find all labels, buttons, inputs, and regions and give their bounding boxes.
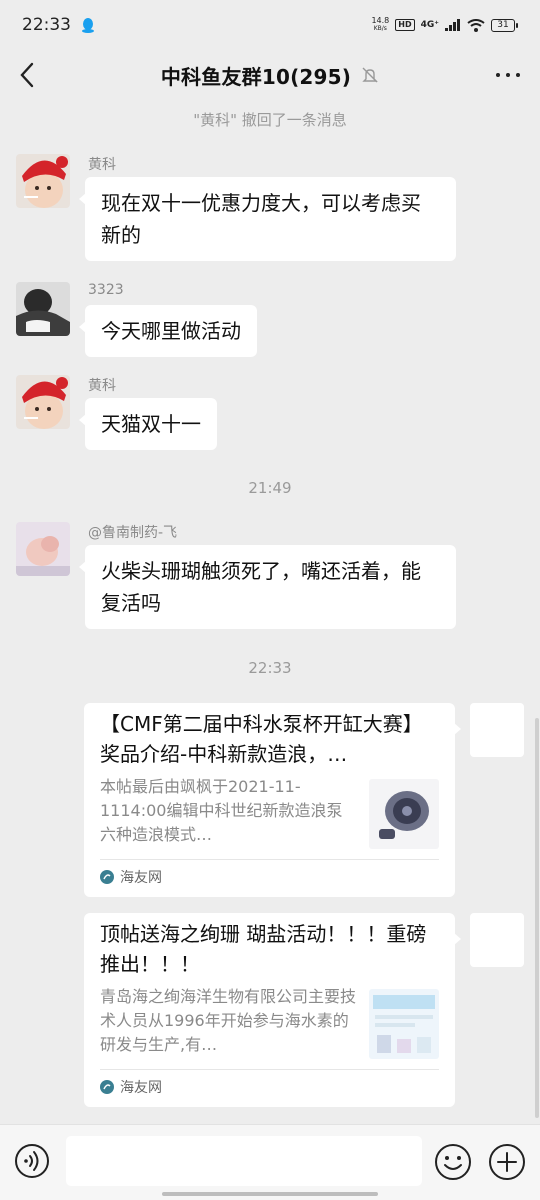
self-avatar[interactable] — [470, 703, 524, 757]
recall-notice: "黄科" 撤回了一条消息 — [193, 111, 347, 129]
avatar[interactable] — [16, 154, 70, 208]
haiyou-logo-icon — [100, 1080, 114, 1094]
plus-icon[interactable] — [488, 1143, 526, 1181]
haiyou-logo-icon — [100, 870, 114, 884]
message-bubble[interactable]: 现在双十一优惠力度大，可以考虑买新的 — [79, 177, 456, 261]
card-description: 青岛海之绚海洋生物有限公司主要技术人员从1996年开始参与海水素的研发与生产,有… — [100, 987, 357, 1054]
card-description: 本帖最后由飒枫于2021-11-1114:00编辑中科世纪新款造浪泵六种造浪模式… — [100, 777, 343, 844]
message-bubble[interactable]: 天猫双十一 — [79, 398, 217, 450]
battery-icon: 31 — [491, 18, 518, 32]
card-source: 海友网 — [120, 1080, 162, 1096]
sender-name: 黄科 — [88, 378, 116, 394]
chat-header: 中科鱼友群10(295) — [0, 50, 540, 100]
avatar[interactable] — [16, 522, 70, 576]
voice-icon[interactable] — [14, 1143, 50, 1179]
page-title: 中科鱼友群10(295) — [160, 64, 352, 89]
dot-icon — [516, 73, 520, 77]
avatar[interactable] — [16, 282, 70, 336]
status-indicators: 14.8 KB/s HD 4G⁺ 31 — [371, 17, 518, 33]
card-title: 顶帖送海之绚珊 瑚盐活动！！！重磅推出！！！ — [100, 922, 427, 976]
time-stamp: 21:49 — [248, 479, 292, 497]
message-item: 黄科 天猫双十一 — [16, 375, 516, 455]
network-speed: 14.8 KB/s — [371, 16, 390, 33]
hd-badge: HD — [395, 19, 415, 31]
emoji-icon[interactable] — [434, 1143, 472, 1181]
link-card[interactable]: 顶帖送海之绚珊 瑚盐活动！！！重磅推出！！！ 青岛海之绚海洋生物有限公司主要技术… — [84, 913, 461, 1107]
message-item: 3323 今天哪里做活动 — [16, 282, 516, 362]
mute-bell-icon — [362, 67, 378, 83]
card-source: 海友网 — [120, 870, 162, 886]
more-options-button[interactable] — [490, 60, 526, 90]
network-type: 4G⁺ — [420, 20, 439, 30]
dot-icon — [496, 73, 500, 77]
card-thumbnail — [369, 779, 439, 849]
signal-icon — [445, 19, 460, 31]
home-indicator[interactable] — [162, 1192, 378, 1196]
link-card[interactable]: 【CMF第二届中科水泵杯开缸大赛】奖品介绍-中科新款造浪，… 本帖最后由飒枫于2… — [84, 703, 461, 897]
time-stamp: 22:33 — [248, 659, 292, 677]
qq-notification-icon — [82, 18, 94, 33]
input-bar — [0, 1124, 540, 1200]
sender-name: @鲁南制药-飞 — [88, 525, 178, 541]
sender-name: 3323 — [88, 282, 124, 298]
card-title: 【CMF第二届中科水泵杯开缸大赛】奖品介绍-中科新款造浪，… — [100, 712, 423, 766]
sender-name: 黄科 — [88, 157, 116, 173]
message-bubble[interactable]: 火柴头珊瑚触须死了，嘴还活着，能复活吗 — [79, 545, 456, 629]
status-time: 22:33 — [22, 15, 71, 35]
card-thumbnail — [369, 989, 439, 1059]
dot-icon — [506, 73, 510, 77]
scrollbar[interactable] — [535, 718, 539, 1118]
avatar[interactable] — [16, 375, 70, 429]
message-bubble[interactable]: 今天哪里做活动 — [79, 305, 257, 357]
wifi-icon — [467, 18, 485, 32]
self-avatar[interactable] — [470, 913, 524, 967]
status-bar: 22:33 14.8 KB/s HD 4G⁺ 31 — [0, 0, 540, 50]
message-item: 黄科 现在双十一优惠力度大，可以考虑买新的 — [16, 154, 516, 266]
message-item: @鲁南制药-飞 火柴头珊瑚触须死了，嘴还活着，能复活吗 — [16, 522, 516, 634]
message-input[interactable] — [66, 1136, 422, 1186]
